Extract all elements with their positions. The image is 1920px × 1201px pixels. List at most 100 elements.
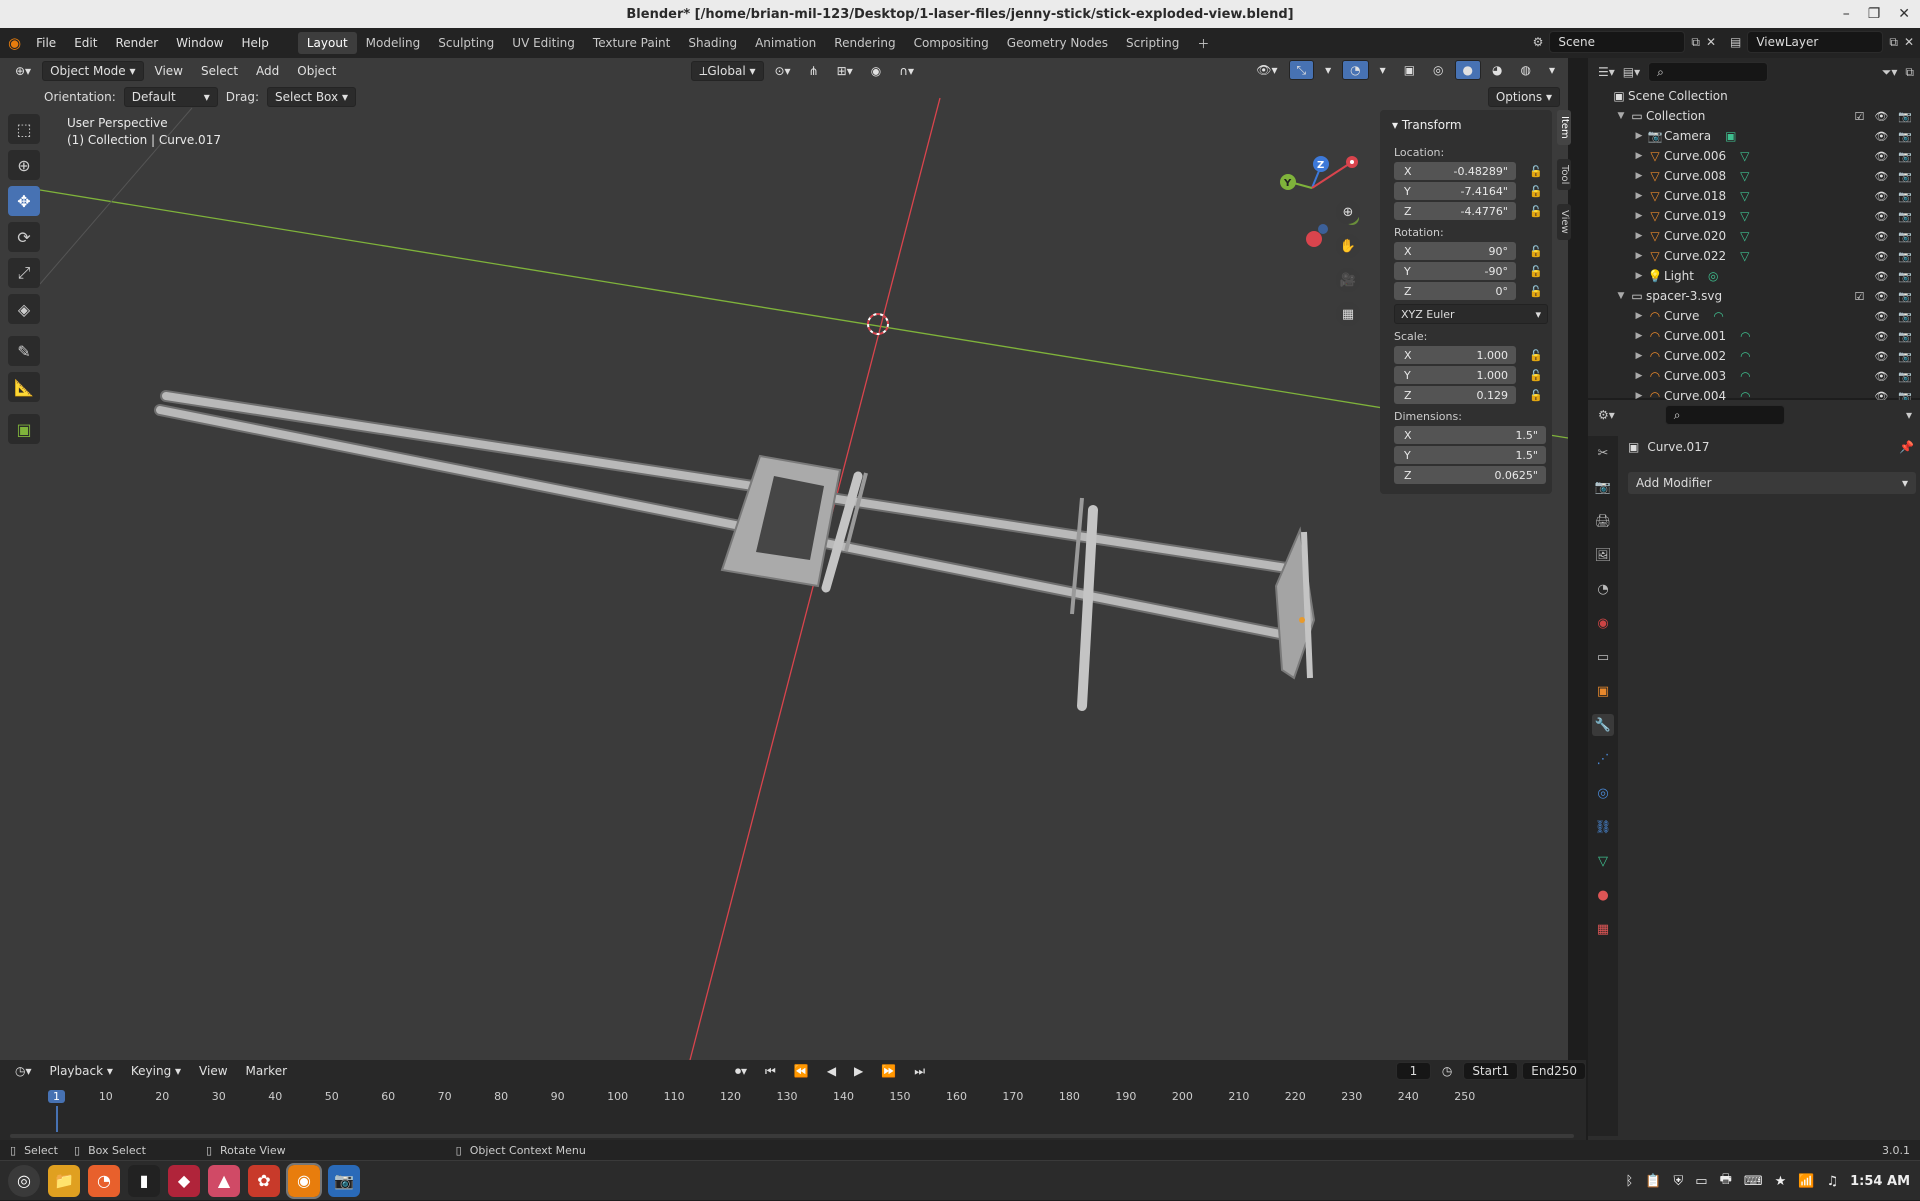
expand-arrow-icon[interactable]: ▶ [1632,191,1646,201]
eye-icon[interactable]: 👁 [1874,230,1888,243]
inkscape-icon[interactable]: ◆ [168,1164,200,1197]
outliner-collection-row[interactable]: ▼ ▭ spacer-3.svg ☑ 👁 📷 [1588,286,1920,306]
camera-render-icon[interactable]: 📷 [1898,230,1912,243]
menu-add[interactable]: Add [249,61,286,81]
pin-icon[interactable]: 📌 [1899,440,1914,454]
tab-tool[interactable]: Tool [1557,158,1571,191]
outliner-collection-row[interactable]: ▼ ▭ Collection ☑ 👁 📷 [1588,106,1920,126]
scene-copy-icon[interactable]: ⧉ [1691,31,1700,53]
eye-icon[interactable]: 👁 [1874,310,1888,323]
properties-search-input[interactable]: ⌕ [1664,405,1785,425]
visibility-icon[interactable]: 👁▾ [1249,60,1284,80]
add-cube-tool-icon[interactable]: ▣ [8,414,40,444]
dimensions-y-field[interactable]: Y 1.5" [1394,446,1546,464]
3d-viewport[interactable]: Z Y ⊕▾ Object Mode ▾ View Select Add Obj… [0,58,1568,1060]
data-tab-icon[interactable]: ▽ [1592,850,1614,872]
terminal-icon[interactable]: ▮ [128,1164,160,1197]
camera-render-icon[interactable]: 📷 [1898,110,1912,123]
transform-tool-icon[interactable]: ◈ [8,294,40,324]
menu-help[interactable]: Help [233,36,278,50]
expand-arrow-icon[interactable]: ▶ [1632,271,1646,281]
new-collection-icon[interactable]: ⧉ [1905,65,1914,80]
snap-icon[interactable]: ⋔ [802,61,826,81]
camera-view-icon[interactable]: 🎥 [1336,268,1360,292]
outliner-object-row[interactable]: ▶ ◠ Curve.001 ◠ 👁 📷 [1588,326,1920,346]
eye-icon[interactable]: 👁 [1874,330,1888,343]
menu-object[interactable]: Object [290,61,343,81]
menu-edit[interactable]: Edit [65,36,106,50]
menu-keying[interactable]: Keying ▾ [124,1061,188,1081]
scale-tool-icon[interactable]: ⤢ [8,258,40,288]
outliner-object-row[interactable]: ▶ ◠ Curve ◠ 👁 📷 [1588,306,1920,326]
gizmo-toggle-icon[interactable]: ⤡ [1288,60,1315,80]
checkbox-icon[interactable]: ☑ [1854,110,1864,123]
expand-arrow-icon[interactable]: ▼ [1614,111,1628,121]
outliner-editor-icon[interactable]: ☰▾ [1598,65,1615,79]
outliner-object-row[interactable]: ▶ ◠ Curve.002 ◠ 👁 📷 [1588,346,1920,366]
view-layer-copy-icon[interactable]: ⧉ [1889,31,1898,53]
tab-rendering[interactable]: Rendering [825,32,904,54]
jump-end-icon[interactable]: ⏭ [907,1061,932,1081]
clock[interactable]: 1:54 AM [1850,1174,1910,1189]
gimp-icon[interactable]: ✿ [248,1164,280,1197]
location-z-field[interactable]: Z -4.4776" [1394,202,1516,220]
end-frame-field[interactable]: End 250 [1522,1062,1586,1080]
editor-type-icon[interactable]: ⊕▾ [8,61,38,81]
eye-icon[interactable]: 👁 [1874,370,1888,383]
outliner-object-row[interactable]: ▶ ▽ Curve.006 ▽ 👁 📷 [1588,146,1920,166]
pan-hand-icon[interactable]: ✋ [1336,234,1360,258]
menu-render[interactable]: Render [106,36,167,50]
annotate-tool-icon[interactable]: ✎ [8,336,40,366]
lock-icon[interactable]: 🔓 [1526,205,1546,218]
output-tab-icon[interactable]: 🖨 [1592,510,1614,532]
outliner-object-row[interactable]: ▶ ▽ Curve.008 ▽ 👁 📷 [1588,166,1920,186]
expand-arrow-icon[interactable]: ▼ [1614,291,1628,301]
menu-select[interactable]: Select [194,61,245,81]
object-data-icon[interactable]: ▣ [1725,129,1736,143]
checkbox-icon[interactable]: ☑ [1854,290,1864,303]
tab-compositing[interactable]: Compositing [905,32,998,54]
display-mode-icon[interactable]: ▤▾ [1623,65,1640,79]
proportional-edit-icon[interactable]: ◉ [864,61,888,81]
close-icon[interactable]: ✕ [1898,6,1910,22]
grid-perspective-icon[interactable]: ▦ [1336,302,1360,326]
object-data-icon[interactable]: ▽ [1740,149,1749,163]
firefox-icon[interactable]: ◔ [88,1164,120,1197]
object-data-icon[interactable]: ▽ [1740,249,1749,263]
camera-render-icon[interactable]: 📷 [1898,250,1912,263]
outliner-object-row[interactable]: ▶ ▽ Curve.022 ▽ 👁 📷 [1588,246,1920,266]
expand-arrow-icon[interactable]: ▶ [1632,131,1646,141]
options-button[interactable]: Options ▾ [1487,87,1560,107]
viewport-scene[interactable]: Z Y [0,58,1568,1060]
camera-render-icon[interactable]: 📷 [1898,170,1912,183]
camera-render-icon[interactable]: 📷 [1898,330,1912,343]
blender-taskbar-icon[interactable]: ◉ [286,1162,322,1199]
scale-y-field[interactable]: Y 1.000 [1394,366,1516,384]
scale-z-field[interactable]: Z 0.129 [1394,386,1516,404]
object-data-icon[interactable]: ▽ [1740,229,1749,243]
object-data-icon[interactable]: ◠ [1713,309,1723,323]
transform-orientation-select[interactable]: ⟂ Global ▾ [691,61,764,81]
blender-logo-icon[interactable]: ◉ [8,34,21,52]
cursor-tool-icon[interactable]: ⊕ [8,150,40,180]
orientation-select[interactable]: Default ▾ [123,87,218,107]
jump-start-icon[interactable]: ⏮ [758,1061,783,1081]
eye-icon[interactable]: 👁 [1874,250,1888,263]
playhead[interactable] [56,1106,58,1132]
eye-icon[interactable]: 👁 [1874,150,1888,163]
eye-icon[interactable]: 👁 [1874,270,1888,283]
select-box-tool-icon[interactable]: ⬚ [8,114,40,144]
expand-arrow-icon[interactable]: ▶ [1632,151,1646,161]
tab-uv-editing[interactable]: UV Editing [503,32,584,54]
material-tab-icon[interactable]: ● [1592,884,1614,906]
start-frame-field[interactable]: Start 1 [1463,1062,1519,1080]
wifi-icon[interactable]: 📶 [1798,1174,1814,1189]
eye-icon[interactable]: 👁 [1874,210,1888,223]
lock-icon[interactable]: 🔓 [1526,245,1546,258]
expand-arrow-icon[interactable]: ▶ [1632,371,1646,381]
object-data-icon[interactable]: ◠ [1740,369,1750,383]
add-modifier-button[interactable]: Add Modifier ▾ [1628,472,1916,494]
eye-icon[interactable]: 👁 [1874,350,1888,363]
stick-model[interactable] [154,390,1316,711]
timeline-editor-icon[interactable]: ◷▾ [8,1061,39,1081]
